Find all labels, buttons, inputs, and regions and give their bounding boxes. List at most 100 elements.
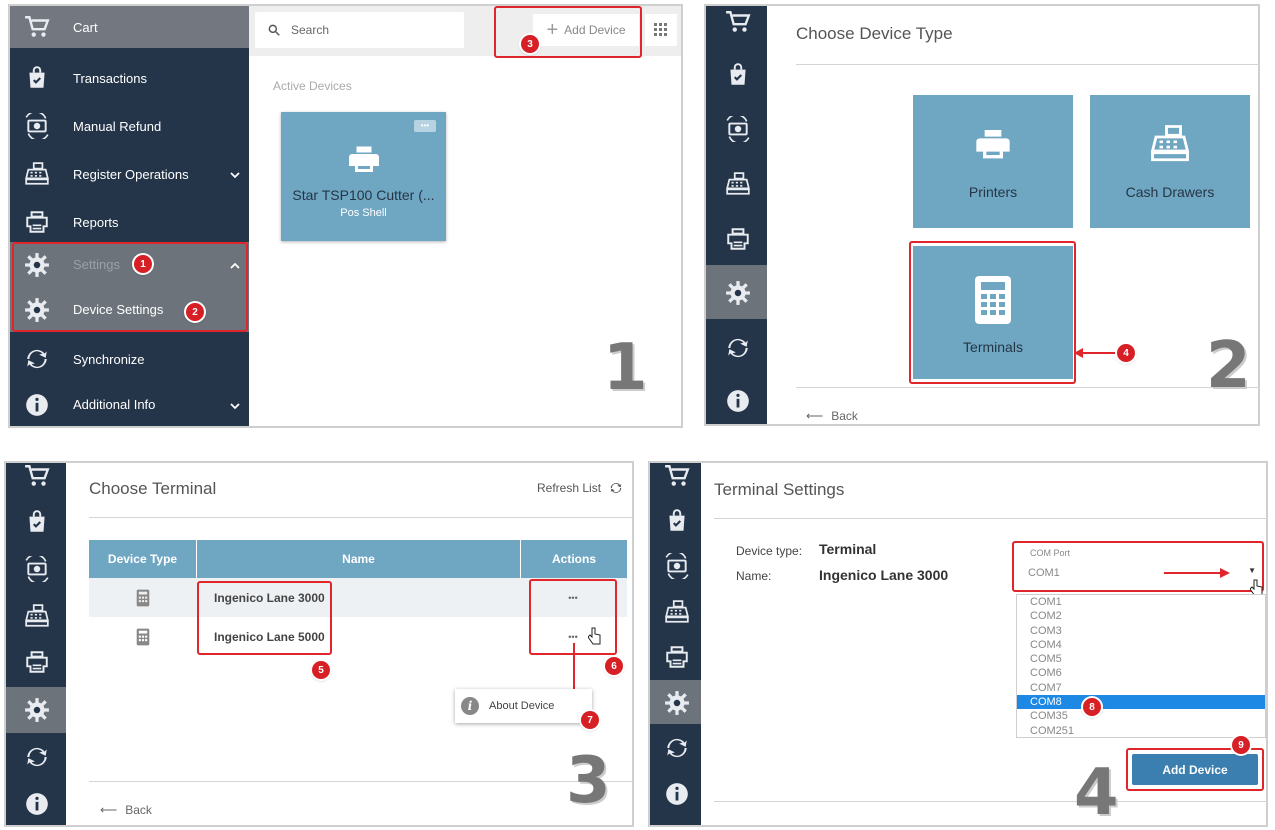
printer-icon xyxy=(664,644,688,668)
refund-icon xyxy=(664,550,689,582)
step-number: 3 xyxy=(566,744,611,818)
sidebar-printer-button[interactable] xyxy=(650,642,701,670)
info-icon xyxy=(24,791,48,815)
sidebar-info-button[interactable] xyxy=(6,789,66,817)
tile-cash-drawers[interactable]: Cash Drawers xyxy=(1090,95,1250,228)
sidebar-bag-button[interactable] xyxy=(6,507,66,535)
sidebar-register-button[interactable] xyxy=(706,169,767,197)
sidebar-item-label: Register Operations xyxy=(73,166,189,182)
com-port-option[interactable]: COM2 xyxy=(1017,609,1265,623)
arrow-left-icon: ⟵ xyxy=(100,803,118,817)
step-number: 4 xyxy=(1074,756,1119,825)
com-port-option[interactable]: COM251 xyxy=(1017,724,1265,737)
header-name: Name xyxy=(197,540,521,578)
sidebar-gear-button[interactable] xyxy=(6,695,66,723)
com-port-option[interactable]: COM4 xyxy=(1017,638,1265,652)
bag-icon xyxy=(24,509,48,533)
sync-icon xyxy=(24,744,48,768)
panel-4: Terminal Settings Device type: Terminal … xyxy=(650,463,1266,825)
printer-icon xyxy=(24,209,50,235)
sidebar-item-label: Synchronize xyxy=(73,351,145,367)
step-number: 1 xyxy=(603,331,648,405)
printer-icon xyxy=(976,130,1010,159)
sidebar-item-register-operations[interactable]: Register Operations xyxy=(10,150,249,198)
sidebar-gear-button[interactable] xyxy=(706,278,767,306)
refund-icon xyxy=(725,113,750,145)
sync-icon xyxy=(664,735,688,759)
sidebar-printer-button[interactable] xyxy=(706,224,767,252)
cart-icon xyxy=(24,463,50,487)
search-box[interactable]: Search xyxy=(255,12,464,48)
page-title: Terminal Settings xyxy=(714,480,845,499)
grid-icon xyxy=(654,23,667,36)
device-options-button[interactable]: ••• xyxy=(414,120,436,132)
sidebar-gear-button[interactable] xyxy=(650,688,701,716)
terminal-type-icon xyxy=(89,578,196,617)
step-badge-3: 3 xyxy=(521,35,539,53)
sidebar-item-transactions[interactable]: Transactions xyxy=(10,54,249,102)
com-port-option[interactable]: COM6 xyxy=(1017,666,1265,680)
annotation-box-add-device xyxy=(1126,748,1264,791)
refresh-list-button[interactable]: Refresh List xyxy=(537,481,623,495)
sidebar-sync-button[interactable] xyxy=(650,733,701,761)
step-badge-6: 6 xyxy=(605,657,623,675)
tile-printers[interactable]: Printers xyxy=(913,95,1073,228)
cart-icon xyxy=(664,463,690,487)
chevron-down-icon[interactable] xyxy=(229,168,241,186)
com-port-dropdown-list: COM1 COM2 COM3 COM4 COM5 COM6 COM7 COM8 COM35 COM… xyxy=(1016,594,1266,738)
header-device-type: Device Type xyxy=(89,540,197,578)
device-name: Star TSP100 Cutter (... xyxy=(292,187,435,203)
sidebar-sync-button[interactable] xyxy=(706,333,767,361)
sidebar-item-label: Transactions xyxy=(73,70,147,86)
device-type-label: Device type: xyxy=(736,544,803,558)
back-link[interactable]: ⟵ Back xyxy=(806,409,858,423)
annotation-arrow xyxy=(1164,568,1230,578)
sidebar-icons xyxy=(706,6,767,424)
sidebar-item-cart[interactable]: Cart xyxy=(10,6,249,48)
com-port-option[interactable]: COM3 xyxy=(1017,624,1265,638)
sidebar-refund-button[interactable] xyxy=(650,550,701,582)
sidebar-cart-button[interactable] xyxy=(706,7,767,35)
sidebar-item-reports[interactable]: Reports xyxy=(10,198,249,246)
com-port-option[interactable]: COM1 xyxy=(1017,595,1265,609)
com-port-option[interactable]: COM7 xyxy=(1017,681,1265,695)
sidebar-item-synchronize[interactable]: Synchronize xyxy=(10,335,249,383)
info-icon xyxy=(24,392,50,418)
sidebar-item-label: Cart xyxy=(73,19,98,35)
sidebar-refund-button[interactable] xyxy=(706,113,767,145)
sidebar-bag-button[interactable] xyxy=(706,60,767,88)
sidebar-bag-button[interactable] xyxy=(650,506,701,534)
sidebar-register-button[interactable] xyxy=(6,601,66,629)
sidebar-info-button[interactable] xyxy=(706,386,767,414)
chevron-down-icon[interactable] xyxy=(229,399,241,417)
sidebar-register-button[interactable] xyxy=(650,597,701,625)
gear-icon xyxy=(725,280,750,305)
step-badge-4: 4 xyxy=(1117,344,1135,362)
sidebar-item-manual-refund[interactable]: Manual Refund xyxy=(10,102,249,150)
gear-icon xyxy=(24,697,49,722)
com-port-option[interactable]: COM5 xyxy=(1017,652,1265,666)
sidebar-item-additional-info[interactable]: Additional Info xyxy=(10,383,249,426)
sidebar-cart-button[interactable] xyxy=(6,463,66,489)
table-header: Device Type Name Actions xyxy=(89,540,627,578)
back-link[interactable]: ⟵ Back xyxy=(100,803,152,817)
printer-icon xyxy=(24,649,48,673)
sidebar-cart-button[interactable] xyxy=(650,463,701,489)
printer-icon xyxy=(348,146,379,172)
com-port-option[interactable]: COM35 xyxy=(1017,709,1265,723)
sync-icon xyxy=(24,346,50,372)
sidebar-refund-button[interactable] xyxy=(6,553,66,585)
tile-label: Printers xyxy=(968,184,1018,200)
name-value: Ingenico Lane 3000 xyxy=(819,567,949,583)
device-type-value: Terminal xyxy=(819,541,877,557)
about-device-menu-item[interactable]: i About Device xyxy=(455,689,592,723)
sidebar-info-button[interactable] xyxy=(650,779,701,807)
grid-menu-button[interactable] xyxy=(645,14,677,46)
panel-1: Cart Transactions Manual Refund Register Op… xyxy=(10,6,681,426)
sidebar-sync-button[interactable] xyxy=(6,742,66,770)
panel-3: Choose Terminal Refresh List Device Type… xyxy=(6,463,632,825)
com-port-option[interactable]: COM8 xyxy=(1017,695,1265,710)
device-tile[interactable]: ••• Star TSP100 Cutter (... Pos Shell xyxy=(281,112,446,241)
cash-register-icon xyxy=(1150,125,1190,162)
sidebar-printer-button[interactable] xyxy=(6,647,66,675)
